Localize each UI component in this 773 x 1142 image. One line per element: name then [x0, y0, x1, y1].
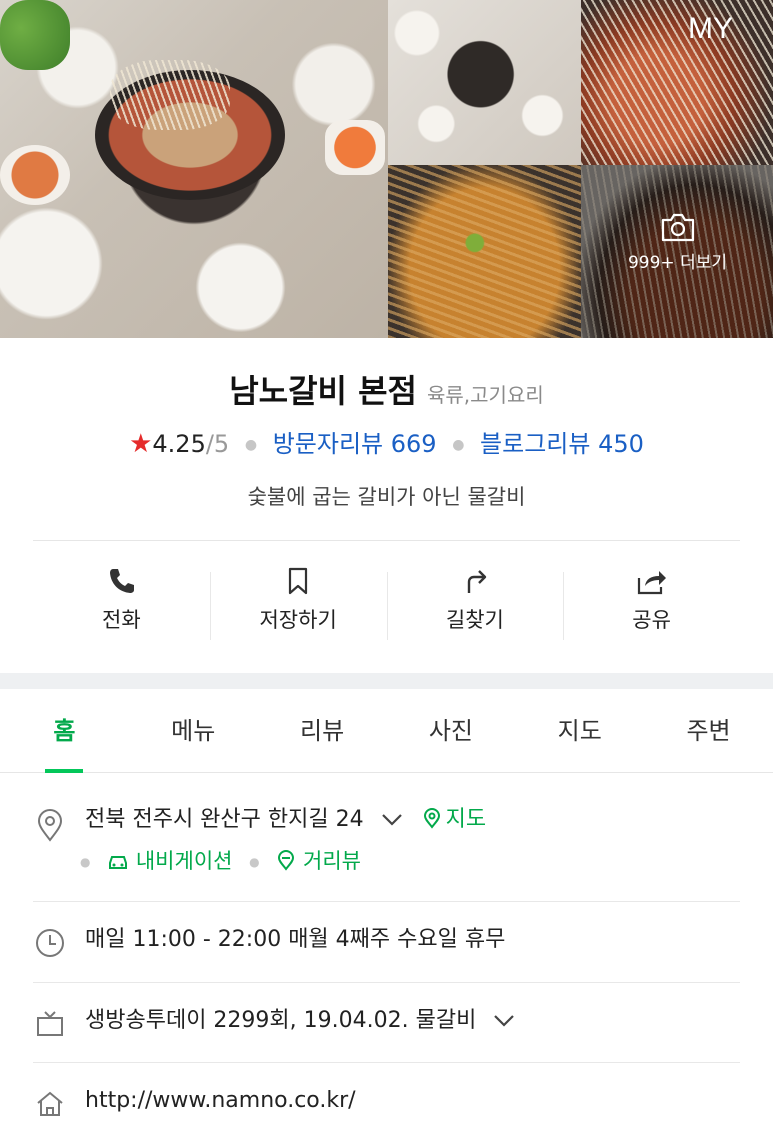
- chevron-down-icon[interactable]: [381, 813, 403, 827]
- more-photos-button[interactable]: 999+ 더보기: [600, 212, 755, 273]
- website-link[interactable]: http://www.namno.co.kr/: [85, 1087, 356, 1115]
- gallery-photo-main[interactable]: [0, 0, 388, 338]
- star-icon: ★: [129, 429, 153, 459]
- navigation-link[interactable]: 내비게이션: [107, 849, 232, 873]
- photo-gallery[interactable]: [0, 0, 773, 338]
- divider: [33, 982, 740, 983]
- tv-row: 생방송투데이 2299회, 19.04.02. 물갈비: [33, 1007, 740, 1039]
- share-icon: [637, 571, 666, 595]
- place-description: 숯불에 굽는 갈비가 아닌 물갈비: [247, 485, 526, 509]
- save-button[interactable]: 저장하기: [209, 566, 387, 646]
- directions-button[interactable]: 길찾기: [386, 566, 564, 646]
- hours-text: 매일 11:00 - 22:00 매월 4째주 수요일 휴무: [85, 927, 506, 952]
- gallery-photo-2[interactable]: [388, 0, 581, 165]
- directions-label: 길찾기: [445, 608, 504, 632]
- blog-reviews-link[interactable]: 블로그리뷰 450: [480, 430, 644, 458]
- streetview-link[interactable]: 거리뷰: [276, 849, 361, 873]
- navigation-link-label: 내비게이션: [135, 849, 233, 873]
- place-title-row: 남노갈비 본점 육류,고기요리: [0, 366, 773, 412]
- place-category: 육류,고기요리: [427, 383, 544, 407]
- home-icon: [37, 1091, 63, 1116]
- section-divider: [0, 673, 773, 689]
- place-name: 남노갈비 본점: [229, 372, 417, 410]
- chevron-down-icon[interactable]: [493, 1014, 515, 1028]
- location-pin-icon: [37, 809, 63, 842]
- my-button[interactable]: MY: [688, 12, 733, 46]
- separator-dot: ●: [249, 855, 260, 869]
- divider: [33, 1062, 740, 1063]
- save-label: 저장하기: [259, 608, 337, 632]
- more-photos-label: 999+ 더보기: [627, 253, 727, 273]
- map-pin-icon: [423, 808, 440, 829]
- camera-icon: [661, 213, 694, 242]
- rating-score: 4.25: [152, 430, 206, 458]
- address-row: 전북 전주시 완산구 한지길 24 지도: [33, 806, 740, 842]
- directions-icon: [467, 570, 487, 593]
- action-bar: 전화 저장하기 길찾기 공유: [33, 566, 740, 646]
- tab-photos[interactable]: 사진: [386, 689, 515, 772]
- share-label: 공유: [632, 608, 671, 632]
- tv-text: 생방송투데이 2299회, 19.04.02. 물갈비: [85, 1008, 477, 1033]
- car-icon: [109, 856, 128, 869]
- tab-map[interactable]: 지도: [515, 689, 644, 772]
- streetview-link-label: 거리뷰: [303, 849, 361, 873]
- tab-menu[interactable]: 메뉴: [129, 689, 258, 772]
- visitor-reviews-link[interactable]: 방문자리뷰 669: [273, 430, 437, 458]
- tab-home[interactable]: 홈: [0, 689, 129, 773]
- separator-dot: ●: [244, 437, 258, 453]
- tab-bar: 홈 메뉴 리뷰 사진 지도 주변: [0, 689, 773, 773]
- share-button[interactable]: 공유: [563, 566, 740, 646]
- separator-dot: ●: [80, 855, 91, 869]
- call-button[interactable]: 전화: [33, 566, 210, 646]
- streetview-icon: [278, 850, 295, 871]
- map-link-label: 지도: [445, 807, 487, 832]
- gallery-photo-3[interactable]: [581, 0, 773, 165]
- call-label: 전화: [102, 608, 141, 632]
- gallery-photo-4[interactable]: [388, 165, 581, 338]
- address-sub-links: ● 내비게이션 ● 거리뷰: [80, 845, 361, 875]
- tv-icon: [37, 1011, 63, 1036]
- separator-dot: ●: [452, 437, 465, 453]
- clock-icon: [36, 929, 64, 957]
- map-link[interactable]: 지도: [422, 807, 486, 832]
- hours-row: 매일 11:00 - 22:00 매월 4째주 수요일 휴무: [33, 926, 740, 958]
- divider: [33, 540, 740, 541]
- divider: [33, 901, 740, 902]
- rating-row: ★4.25/5 ● 방문자리뷰 669 ● 블로그리뷰 450: [0, 424, 773, 459]
- tab-nearby[interactable]: 주변: [644, 689, 773, 772]
- bookmark-icon: [289, 567, 308, 595]
- rating-max: /5: [205, 430, 230, 458]
- tab-reviews[interactable]: 리뷰: [258, 689, 387, 772]
- address-text[interactable]: 전북 전주시 완산구 한지길 24: [85, 807, 364, 832]
- website-row: http://www.namno.co.kr/: [33, 1087, 740, 1119]
- phone-icon: [110, 569, 135, 593]
